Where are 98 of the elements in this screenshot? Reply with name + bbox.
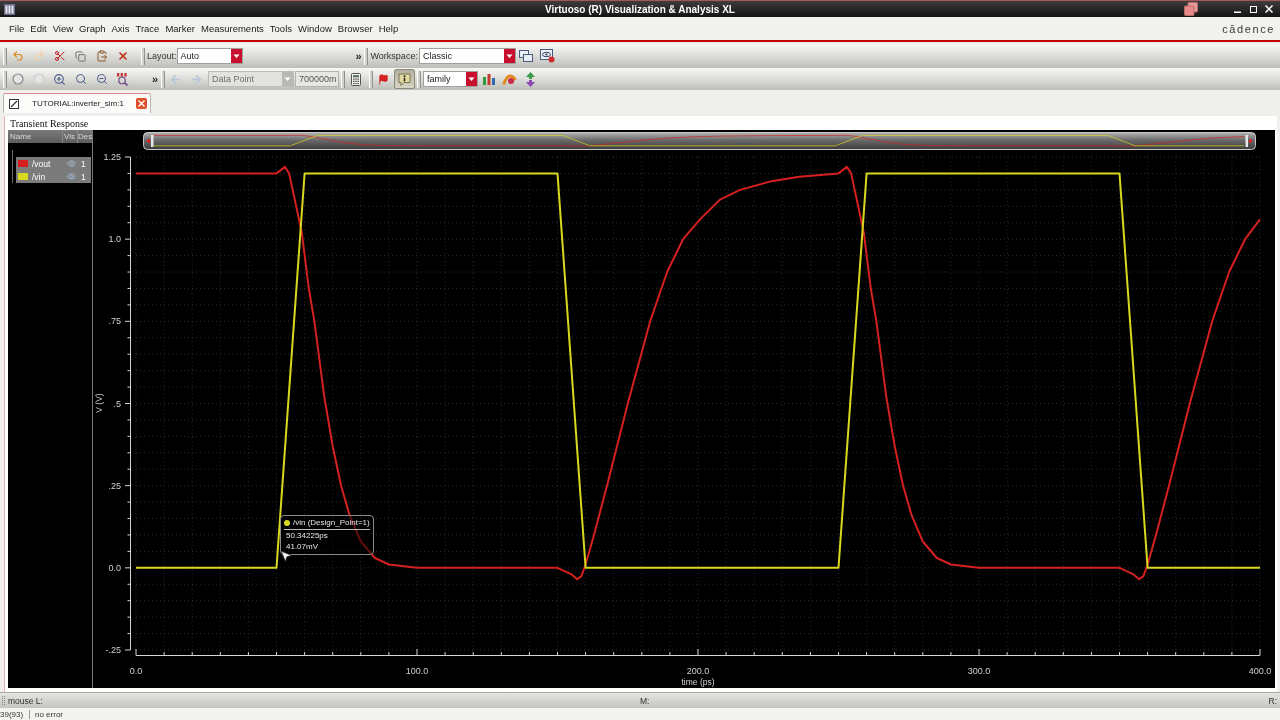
tooltip-value: 41.07mV — [285, 541, 320, 552]
graph-title: Transient Response — [10, 117, 89, 129]
tab[interactable]: TUTORIAL:inverter_sim:1 — [3, 93, 151, 113]
zoom-in-icon — [53, 72, 66, 86]
info-icon — [398, 72, 411, 86]
overflow-button[interactable]: » — [353, 48, 364, 64]
menu-item[interactable]: Marker — [162, 23, 198, 34]
menu-item[interactable]: Tools — [266, 23, 295, 34]
tick-label: .25 — [108, 480, 121, 491]
grip-icon — [141, 47, 145, 65]
menu-item[interactable]: Browser — [334, 23, 376, 34]
design-index: 1 — [80, 158, 87, 169]
message-count: 39(93) — [0, 709, 30, 719]
overview-scrollbar[interactable] — [143, 132, 1256, 150]
menu-item[interactable]: Edit — [27, 23, 50, 34]
close-icon — [137, 100, 145, 107]
grip-icon — [2, 696, 5, 705]
bars-icon — [481, 72, 496, 86]
tick-label: 100.0 — [405, 666, 429, 676]
logo: cādence — [1222, 22, 1275, 35]
menu-item[interactable]: Window — [295, 23, 335, 34]
magnifier-icon — [74, 73, 87, 85]
delete-icon — [116, 50, 129, 62]
window-title: Virtuoso (R) Visualization & Analysis XL — [545, 3, 735, 15]
tick-label: 0.0 — [129, 666, 143, 676]
tooltip-value: 50.34225ps — [285, 530, 329, 541]
grip-icon — [417, 70, 421, 88]
tooltip-title: /vin (Design_Point=1) — [293, 517, 370, 528]
circle-icon — [11, 73, 24, 85]
trace-name: /vout — [31, 158, 52, 169]
maximize-icon — [1249, 5, 1257, 13]
redo-icon — [32, 50, 45, 62]
tick-label: 200.0 — [686, 666, 710, 676]
arc-icon — [502, 72, 517, 86]
tick-label: 0.0 — [108, 562, 121, 573]
design-index: 1 — [80, 171, 87, 182]
scissors-icon — [53, 50, 66, 62]
clipboard-icon — [95, 50, 108, 62]
tick-label: 300.0 — [967, 666, 991, 676]
trace-name: /vin — [31, 171, 47, 182]
tick-label: 1.0 — [108, 234, 121, 245]
layout-label: Layout: — [147, 51, 177, 61]
grip-icon — [363, 47, 368, 65]
close-icon — [1265, 5, 1273, 13]
status-text: mouse L: — [8, 695, 43, 706]
right-arrow-icon — [190, 72, 203, 86]
window-eye-icon — [539, 49, 555, 63]
close-button[interactable] — [1262, 2, 1276, 16]
graph-icon — [9, 98, 19, 109]
status-text: R: — [1268, 695, 1277, 706]
menu-item[interactable]: View — [49, 23, 77, 34]
axis-title: V (V) — [94, 393, 104, 413]
menu-item[interactable]: Help — [375, 23, 402, 34]
tick-label: -.25 — [105, 645, 121, 655]
circle-icon — [32, 73, 45, 85]
caret-icon — [282, 72, 293, 86]
column-header[interactable]: Name — [8, 130, 62, 143]
menu-item[interactable]: Graph — [76, 23, 109, 34]
family-dropdown[interactable]: family — [423, 71, 478, 87]
caret-icon — [466, 72, 477, 86]
tick-label: 1.25 — [103, 152, 121, 162]
caret-icon — [230, 49, 242, 63]
axis-title: time (ps) — [681, 677, 715, 687]
grip-icon — [161, 70, 165, 88]
caret-icon — [503, 49, 515, 63]
undo-icon — [11, 50, 24, 62]
workspace-dropdown[interactable]: Classic — [418, 48, 516, 64]
status-text: M: — [640, 695, 650, 706]
app-icon — [4, 3, 15, 15]
message-text: no error — [35, 709, 63, 719]
zoom-out-icon — [95, 73, 108, 85]
menu-item[interactable]: Trace — [132, 23, 163, 34]
column-header[interactable]: Vis — [62, 130, 77, 143]
stacked-squares-icon — [1184, 2, 1198, 16]
copy-icon — [75, 50, 86, 62]
windows-icon — [519, 50, 534, 62]
updown-arrows-icon — [524, 71, 537, 87]
workspace-label: Workspace: — [370, 51, 418, 61]
grip-icon — [3, 70, 7, 88]
menu-item[interactable]: Axis — [108, 23, 133, 34]
grip-icon — [341, 70, 345, 88]
dotted-magnifier-icon — [116, 72, 129, 86]
menu-item[interactable]: File — [6, 23, 28, 34]
tick-label: 400.0 — [1248, 666, 1272, 676]
left-arrow-icon — [169, 72, 182, 86]
tick-label: .75 — [108, 316, 121, 327]
trace-row[interactable]: /vout 1 — [16, 157, 91, 170]
layout-dropdown[interactable]: Auto — [176, 48, 243, 64]
grip-icon — [369, 70, 373, 88]
grip-icon — [3, 47, 7, 65]
menu-item[interactable]: Measurements — [197, 23, 267, 34]
tab-close-button[interactable] — [135, 98, 147, 109]
toolbar-button[interactable] — [394, 69, 415, 89]
tick-label: .5 — [113, 398, 121, 409]
calculator-icon — [350, 72, 361, 86]
trace-row[interactable]: /vin 1 — [16, 170, 91, 183]
flag-icon — [378, 73, 389, 85]
overflow-button[interactable]: » — [150, 71, 160, 87]
